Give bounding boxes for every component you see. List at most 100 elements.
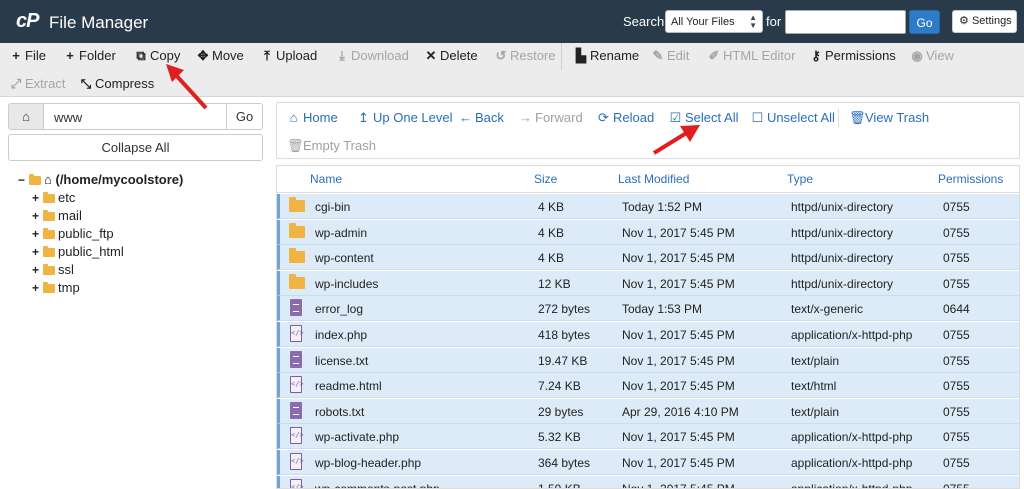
download-label: Download — [351, 48, 409, 63]
file-size-cell: 4 KB — [538, 251, 565, 266]
forward-button[interactable]: → Forward — [519, 110, 583, 125]
view-trash-button[interactable]: 🗑View Trash — [849, 110, 929, 126]
view-trash-label: View Trash — [865, 110, 930, 125]
extract-button[interactable]: ⤢ Extract — [10, 76, 66, 92]
table-row[interactable]: wp-admin 4 KB Nov 1, 2017 5:45 PM httpd/uni… — [277, 219, 1019, 245]
edit-button[interactable]: ✎ Edit — [652, 48, 690, 64]
folder-icon — [43, 264, 55, 275]
folder-icon — [43, 246, 55, 257]
tree-item-label: etc — [58, 190, 76, 205]
tree-item-mail[interactable]: + mail — [32, 208, 183, 226]
new-file-label: File — [25, 48, 46, 63]
undo-icon: ↺ — [495, 48, 507, 63]
search-input[interactable] — [785, 10, 906, 34]
restore-button[interactable]: ↺ Restore — [495, 48, 556, 64]
file-modified-cell: Today 1:52 PM — [622, 200, 703, 214]
table-row[interactable]: robots.txt 29 bytes Apr 29, 2016 4:10 PM te… — [277, 398, 1019, 424]
column-header-modified[interactable]: Last Modified — [618, 172, 689, 186]
back-button[interactable]: ← Back — [459, 110, 504, 125]
tree-item-label: mail — [58, 208, 82, 223]
search-go-button[interactable]: Go — [909, 10, 940, 34]
file-size-cell: 5.32 KB — [538, 430, 581, 445]
download-button[interactable]: ⤓ Download — [336, 48, 409, 64]
home-icon: ⌂ — [44, 172, 52, 187]
trash-icon: 🗑 — [849, 110, 866, 125]
tree-item-label: public_ftp — [58, 226, 114, 241]
annotation-arrow-select-all — [652, 125, 700, 155]
table-row[interactable]: </> readme.html 7.24 KB Nov 1, 2017 5:45 PM… — [277, 373, 1019, 399]
tree-item-public-ftp[interactable]: + public_ftp — [32, 226, 183, 244]
nav-home-button[interactable]: ⌂ Home — [287, 110, 338, 125]
compress-label: Compress — [95, 76, 155, 91]
table-row[interactable]: wp-includes 12 KB Nov 1, 2017 5:45 PM httpd… — [277, 270, 1019, 296]
search-scope-select[interactable]: All Your Files ▲ ▼ — [665, 10, 763, 33]
file-type-cell: application/x-httpd-php — [791, 481, 913, 489]
file-modified-cell: Today 1:53 PM — [622, 302, 703, 317]
file-size-cell: 4 KB — [538, 200, 565, 214]
expand-icon[interactable]: + — [32, 245, 41, 259]
expand-icon[interactable]: + — [32, 191, 41, 205]
upload-button[interactable]: ⤒ Upload — [261, 48, 317, 64]
file-type-cell: application/x-httpd-php — [791, 430, 913, 445]
arrow-right-icon: → — [519, 110, 532, 125]
compress-button[interactable]: ⤡ Compress — [80, 76, 154, 92]
folder-icon — [289, 222, 305, 238]
file-modified-cell: Nov 1, 2017 5:45 PM — [622, 456, 735, 470]
delete-label: Delete — [440, 48, 478, 63]
file-name-cell: wp-content — [315, 251, 374, 266]
home-icon: ⌂ — [289, 110, 298, 125]
cpanel-logo[interactable]: cP — [16, 10, 39, 33]
table-row[interactable]: cgi-bin 4 KB Today 1:52 PM httpd/unix-direc… — [277, 194, 1019, 219]
table-row[interactable]: </> wp-activate.php 5.32 KB Nov 1, 2017 5:4… — [277, 424, 1019, 450]
collapse-icon[interactable]: − — [18, 173, 27, 187]
tree-root[interactable]: − ⌂ (/home/mycoolstore) — [18, 172, 183, 190]
tree-item-tmp[interactable]: + tmp — [32, 280, 183, 298]
table-header: Name Size Last Modified Type Permissions — [277, 166, 1019, 193]
file-permissions-cell: 0755 — [943, 379, 970, 394]
table-row[interactable]: license.txt 19.47 KB Nov 1, 2017 5:45 PM te… — [277, 347, 1019, 373]
view-button[interactable]: ◉ View — [911, 48, 954, 64]
up-one-level-button[interactable]: ↥ Up One Level — [357, 110, 452, 126]
file-type-cell: application/x-httpd-php — [791, 456, 913, 470]
unselect-all-button[interactable]: ☐ Unselect All — [751, 110, 835, 126]
nav-divider — [838, 109, 839, 127]
key-icon: ⚷ — [811, 48, 821, 63]
new-folder-button[interactable]: + Folder — [64, 48, 116, 63]
column-header-name[interactable]: Name — [310, 172, 342, 186]
empty-trash-button[interactable]: 🗑Empty Trash — [287, 138, 376, 154]
table-row[interactable]: </> wp-comments-post.php 1.59 KB Nov 1, 201… — [277, 475, 1019, 489]
file-name-cell: license.txt — [315, 353, 369, 368]
reload-button[interactable]: ⟳ Reload — [597, 110, 654, 126]
text-file-icon — [290, 350, 302, 368]
expand-icon[interactable]: + — [32, 209, 41, 223]
checkbox-empty-icon: ☐ — [751, 110, 764, 125]
collapse-all-button[interactable]: Collapse All — [8, 134, 263, 161]
home-directory-button[interactable]: ⌂ — [8, 103, 44, 130]
file-type-cell: text/html — [791, 379, 837, 394]
tree-item-ssl[interactable]: + ssl — [32, 262, 183, 280]
file-permissions-cell: 0755 — [943, 430, 970, 445]
permissions-button[interactable]: ⚷ Permissions — [810, 48, 896, 64]
table-row[interactable]: </> index.php 418 bytes Nov 1, 2017 5:45 PM… — [277, 322, 1019, 347]
new-file-button[interactable]: + File — [10, 48, 46, 63]
expand-icon[interactable]: + — [32, 227, 41, 241]
tree-item-etc[interactable]: + etc — [32, 190, 183, 208]
tree-item-public-html[interactable]: + public_html — [32, 244, 183, 262]
table-row[interactable]: wp-content 4 KB Nov 1, 2017 5:45 PM httpd/u… — [277, 245, 1019, 271]
expand-icon[interactable]: + — [32, 281, 41, 295]
tree-item-label: ssl — [58, 262, 74, 277]
table-row[interactable]: error_log 272 bytes Today 1:53 PM text/x-ge… — [277, 296, 1019, 322]
table-row[interactable]: </> wp-blog-header.php 364 bytes Nov 1, 201… — [277, 450, 1019, 475]
column-header-type[interactable]: Type — [787, 172, 813, 186]
column-header-permissions[interactable]: Permissions — [938, 172, 1003, 186]
folder-icon — [43, 228, 55, 239]
column-header-size[interactable]: Size — [534, 172, 557, 186]
rename-button[interactable]: ▙ Rename — [575, 48, 639, 64]
code-file-icon: </> — [290, 453, 304, 470]
settings-button[interactable]: ⚙ Settings — [952, 10, 1017, 33]
expand-icon[interactable]: + — [32, 263, 41, 277]
path-go-button[interactable]: Go — [226, 103, 263, 130]
html-editor-button[interactable]: ✐ HTML Editor — [708, 48, 796, 64]
code-file-icon: </> — [290, 478, 304, 488]
delete-button[interactable]: ✕ Delete — [425, 48, 478, 64]
